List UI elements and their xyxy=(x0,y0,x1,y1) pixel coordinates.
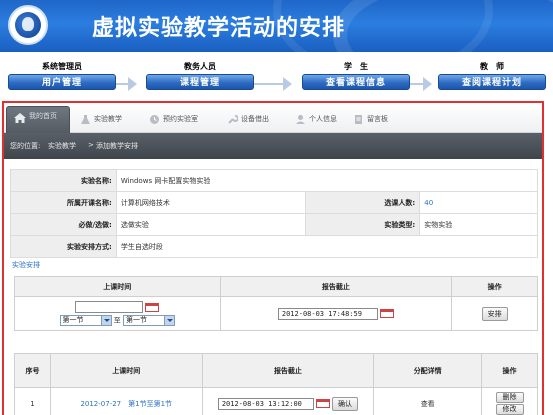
row-detail-cell: 查看 xyxy=(373,387,483,415)
section-title: 实验安排 xyxy=(12,261,40,269)
field-label: 实验名称: xyxy=(10,169,117,192)
experiment-name-value: Windows 网卡配置实物实验 xyxy=(115,169,539,192)
field-label: 实验安排方式: xyxy=(10,235,117,258)
view-course-plan-button[interactable]: 查阅课程计划 xyxy=(438,74,546,90)
experiment-info-table: 实验名称: Windows 网卡配置实物实验 所属开课名称: 计算机网络技术 选… xyxy=(10,169,539,258)
range-separator: 至 xyxy=(113,316,121,325)
row-index: 1 xyxy=(14,387,51,415)
tab-home-label: 我的首页 xyxy=(29,112,57,120)
arrangement-value: 学生自选时段 xyxy=(115,235,539,258)
enroll-count-value: 40 xyxy=(419,191,538,214)
required-value: 选做实验 xyxy=(115,213,307,236)
column-header: 操作 xyxy=(481,353,538,388)
tab-label: 留言板 xyxy=(367,115,388,123)
tab-label: 个人信息 xyxy=(309,115,337,123)
row-actions-cell: 删除 修改 xyxy=(481,387,538,415)
action-cell: 安排 xyxy=(451,296,538,331)
view-course-info-button[interactable]: 查看课程信息 xyxy=(302,74,410,90)
row-deadline-cell: 2012-08-03 13:12:00 确认 xyxy=(201,387,375,415)
role-name: 教 师 xyxy=(480,62,504,71)
table-row: 1 2012-07-27 第1节至第1节 2012-08-03 13:12:00… xyxy=(14,387,538,415)
edit-button[interactable]: 修改 xyxy=(495,404,524,415)
field-label: 必做/选做: xyxy=(10,213,117,236)
breadcrumb-prefix: 您的位置: xyxy=(10,142,41,150)
user-management-button[interactable]: 用户管理 xyxy=(8,74,116,90)
university-logo xyxy=(8,5,48,45)
role-navigation: 系统管理员 用户管理 教务人员 课程管理 学 生 查看课程信息 教 师 查阅课程… xyxy=(0,60,553,100)
breadcrumb-separator: > xyxy=(88,141,94,149)
arrangement-list-table: 序号 上课时间 报告截止 分配详情 操作 1 2012-07-27 第1节至第1… xyxy=(14,353,538,415)
column-header: 上课时间 xyxy=(49,353,203,388)
role-student: 学 生 查看课程信息 xyxy=(296,60,416,90)
class-time-cell: 第一节 至 第一节 xyxy=(14,296,221,331)
tab-label: 预约实验室 xyxy=(163,115,198,123)
column-header: 上课时间 xyxy=(14,276,221,297)
tab-reserve-lab[interactable]: 预约实验室 xyxy=(149,111,198,127)
tab-experiment-teaching[interactable]: 实验教学 xyxy=(80,111,122,127)
course-value: 计算机网络技术 xyxy=(115,191,307,214)
schedule-form: 上课时间 报告截止 操作 第一节 至 第一节 2012-08-03 17:48:… xyxy=(14,276,538,331)
field-label: 实验类型: xyxy=(305,213,421,236)
column-header: 报告截止 xyxy=(219,276,453,297)
column-header: 操作 xyxy=(451,276,538,297)
tab-message-board[interactable]: 留言板 xyxy=(353,111,388,127)
main-frame: 我的首页 实验教学 预约实验室 设备借出 个人信息 留言板 您的位置: 实验教学… xyxy=(2,101,544,415)
class-date-input[interactable] xyxy=(75,301,144,313)
row-deadline-input[interactable]: 2012-08-03 13:12:00 xyxy=(217,397,314,410)
role-admin: 系统管理员 用户管理 xyxy=(2,60,122,90)
header-banner: 虚拟实验教学活动的安排 xyxy=(0,0,553,52)
view-detail-link[interactable]: 查看 xyxy=(421,400,435,408)
breadcrumb-current: 添加教学安排 xyxy=(96,142,138,150)
delete-button[interactable]: 删除 xyxy=(495,392,524,403)
flow-arrow-icon xyxy=(128,77,137,91)
role-academic-staff: 教务人员 课程管理 xyxy=(140,60,260,90)
clock-icon xyxy=(150,114,159,124)
arrange-button[interactable]: 安排 xyxy=(481,306,508,321)
tab-bar: 我的首页 实验教学 预约实验室 设备借出 个人信息 留言板 xyxy=(4,103,542,133)
page-title: 虚拟实验教学活动的安排 xyxy=(92,16,346,41)
column-header: 分配详情 xyxy=(373,353,483,388)
end-period-select[interactable]: 第一节 xyxy=(123,315,176,326)
role-name: 教务人员 xyxy=(184,62,216,71)
flow-arrow-icon xyxy=(283,77,292,91)
role-name: 学 生 xyxy=(344,62,368,71)
row-class-time: 2012-07-27 第1节至第1节 xyxy=(49,387,203,415)
home-icon xyxy=(14,113,26,123)
tab-label: 设备借出 xyxy=(241,115,269,123)
tab-home[interactable]: 我的首页 xyxy=(6,106,70,133)
role-teacher: 教 师 查阅课程计划 xyxy=(432,60,552,90)
user-icon xyxy=(296,114,305,124)
column-header: 报告截止 xyxy=(201,353,375,388)
flask-icon xyxy=(81,114,90,124)
deadline-cell: 2012-08-03 17:48:59 xyxy=(219,296,453,331)
confirm-button[interactable]: 确认 xyxy=(332,396,359,411)
field-label: 所属开课名称: xyxy=(10,191,117,214)
start-period-select[interactable]: 第一节 xyxy=(59,315,112,326)
calendar-icon[interactable] xyxy=(379,309,394,318)
flow-arrow-icon xyxy=(423,77,432,91)
course-management-button[interactable]: 课程管理 xyxy=(146,74,254,90)
document-icon xyxy=(355,114,362,124)
breadcrumb-parent[interactable]: 实验教学 xyxy=(48,141,76,151)
role-name: 系统管理员 xyxy=(42,62,82,71)
column-header: 序号 xyxy=(14,353,51,388)
wrench-icon xyxy=(228,114,238,124)
calendar-icon[interactable] xyxy=(145,302,160,312)
tab-label: 实验教学 xyxy=(94,115,122,123)
tab-equipment-loan[interactable]: 设备借出 xyxy=(227,111,269,127)
experiment-type-value: 实物实验 xyxy=(419,213,538,236)
field-label: 选课人数: xyxy=(305,191,421,214)
calendar-icon[interactable] xyxy=(315,399,330,408)
tab-personal-info[interactable]: 个人信息 xyxy=(295,111,337,127)
deadline-input[interactable]: 2012-08-03 17:48:59 xyxy=(277,307,378,320)
breadcrumb: 您的位置: 实验教学 > 添加教学安排 xyxy=(4,133,542,159)
